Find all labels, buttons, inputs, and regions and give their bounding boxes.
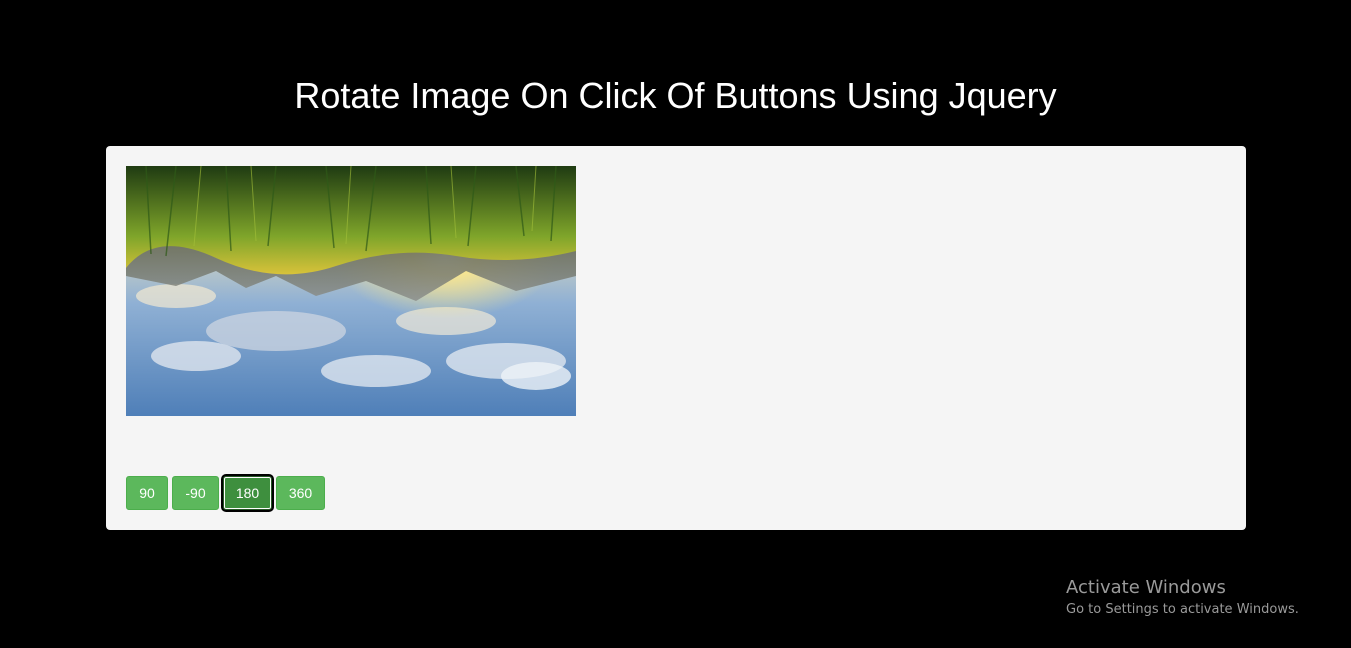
activate-windows-watermark: Activate Windows Go to Settings to activ… xyxy=(1066,576,1299,620)
rotatable-image xyxy=(126,166,576,416)
watermark-title: Activate Windows xyxy=(1066,577,1226,598)
rotate-button-group: 90 -90 180 360 xyxy=(126,476,325,510)
page-title: Rotate Image On Click Of Buttons Using J… xyxy=(294,75,1057,116)
rotate-180-button[interactable]: 180 xyxy=(223,476,272,510)
rotate-360-button[interactable]: 360 xyxy=(276,476,325,510)
rotate-minus-90-button[interactable]: -90 xyxy=(172,476,219,510)
watermark-subtitle: Go to Settings to activate Windows. xyxy=(1066,602,1299,617)
image-content xyxy=(126,166,576,416)
rotate-90-button[interactable]: 90 xyxy=(126,476,168,510)
content-panel: 90 -90 180 360 xyxy=(106,146,1246,530)
